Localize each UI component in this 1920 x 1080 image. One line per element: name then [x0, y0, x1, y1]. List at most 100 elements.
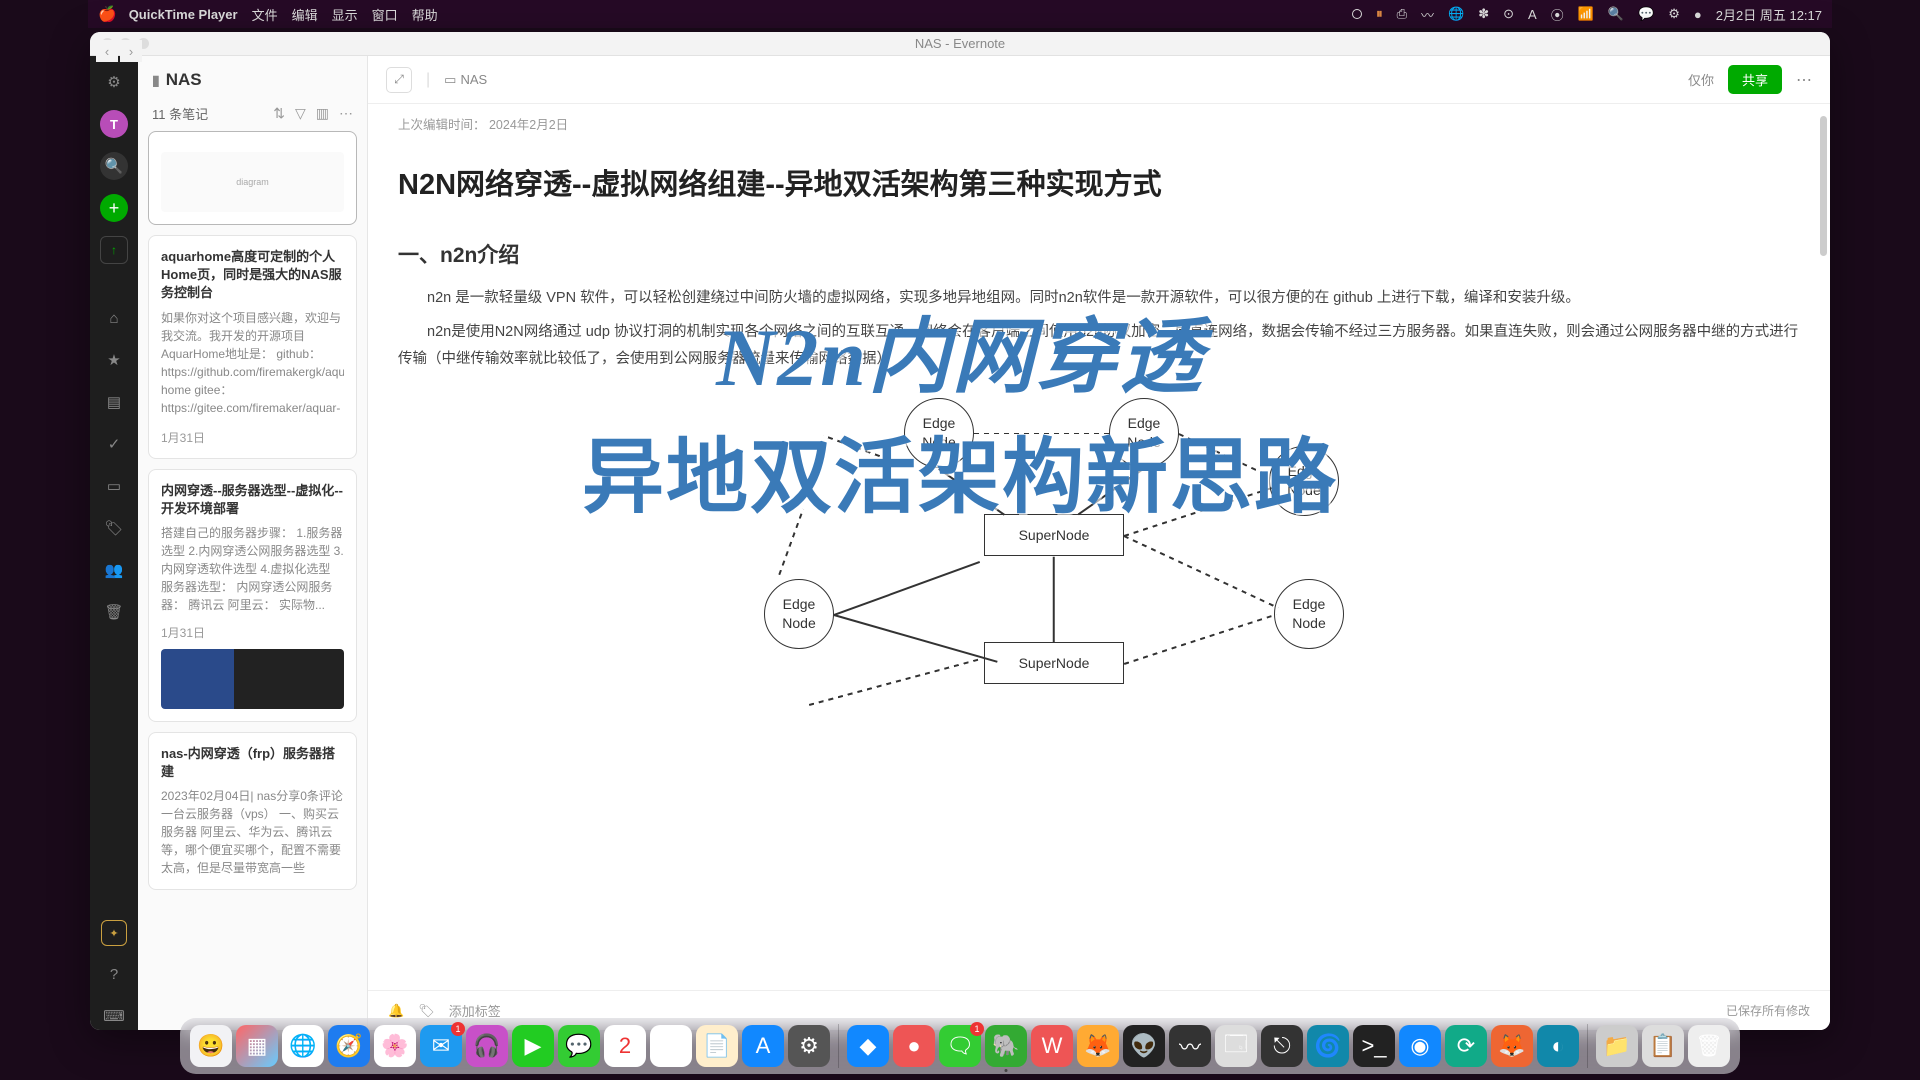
note-card[interactable]: nas-内网穿透（frp）服务器搭建2023年02月04日| nas分享0条评论… [148, 732, 357, 890]
notebook-icon[interactable]: ▭ [100, 472, 128, 500]
dock-app[interactable]: 🌐 [282, 1025, 324, 1067]
app-name[interactable]: QuickTime Player [129, 7, 238, 22]
home-icon[interactable]: ⌂ [100, 304, 128, 332]
visibility-label[interactable]: 仅你 [1688, 70, 1714, 89]
dock-app[interactable]: W [1031, 1025, 1073, 1067]
note-card[interactable]: aquarhome高度可定制的个人Home页，同时是强大的NAS服务控制台如果你… [148, 235, 357, 459]
dock-app[interactable]: 〰 [1169, 1025, 1211, 1067]
dock-app[interactable]: A [742, 1025, 784, 1067]
upgrade-icon[interactable]: ✦ [101, 920, 127, 946]
sidebar-rail: ⚙ T 🔍 + ↑ ⌂ ★ ▤ ✓ ▭ 🏷 👥 🗑 ✦ ? ⌨ [90, 56, 138, 1030]
dock-app[interactable]: ☰ [650, 1025, 692, 1067]
n2n-diagram: Edge Node Edge Node Edge Node Edge Node … [759, 384, 1439, 784]
note-list: NAS 11 条笔记 ⇅ ▽ ▥ ⋯ diagramaquarhome高度可定制… [138, 56, 368, 1030]
note-card[interactable]: diagram [148, 131, 357, 225]
upload-icon[interactable]: ↑ [100, 236, 128, 264]
edge-node: Edge Node [764, 579, 834, 649]
dock-app[interactable]: 🌀 [1307, 1025, 1349, 1067]
edge-node: Edge Node [1109, 398, 1179, 468]
super-node: SuperNode [984, 514, 1124, 556]
menu-file[interactable]: 文件 [252, 5, 278, 24]
filter-icon[interactable]: ▽ [295, 105, 306, 122]
search-icon[interactable]: 🔍 [100, 152, 128, 180]
dock-app[interactable]: 👽 [1123, 1025, 1165, 1067]
nav-fwd[interactable]: › [120, 40, 142, 62]
menu-view[interactable]: 显示 [332, 5, 358, 24]
dock-app[interactable]: ● [893, 1025, 935, 1067]
editor-body[interactable]: N2N网络穿透--虚拟网络组建--异地双活架构第三种实现方式 一、n2n介绍 n… [368, 143, 1830, 990]
breadcrumb[interactable]: ▭ NAS [444, 72, 487, 88]
pause-icon[interactable]: ⏸ [1376, 6, 1383, 22]
siri-icon[interactable]: ● [1694, 7, 1702, 22]
star-icon[interactable]: ★ [100, 346, 128, 374]
dock-app[interactable]: ◉ [1399, 1025, 1441, 1067]
tag-icon[interactable]: 🏷 [418, 1003, 435, 1019]
dock-app[interactable]: ▦ [236, 1025, 278, 1067]
dock-app[interactable]: 🗨1 [939, 1025, 981, 1067]
more-icon[interactable]: ⋯ [339, 105, 353, 122]
more-icon[interactable]: ⋯ [1796, 70, 1812, 90]
dock-app[interactable]: 🦊 [1077, 1025, 1119, 1067]
input-icon[interactable]: A [1528, 7, 1537, 22]
dock-app[interactable]: 2 [604, 1025, 646, 1067]
last-edited: 上次编辑时间： 2024年2月2日 [368, 104, 1830, 143]
dock-app[interactable]: 🧭 [328, 1025, 370, 1067]
globe-icon[interactable]: 🌐 [1448, 6, 1464, 22]
gear-icon[interactable]: ⚙ [100, 68, 128, 96]
status-icon[interactable]: ⎙ [1397, 6, 1407, 22]
menu-edit[interactable]: 编辑 [292, 5, 318, 24]
status-icon[interactable]: ⊙ [1503, 6, 1514, 22]
reminder-icon[interactable]: 🔔 [388, 1003, 404, 1019]
dock-app[interactable]: 🗑 [1688, 1025, 1730, 1067]
trash-icon[interactable]: 🗑 [100, 598, 128, 626]
notes-icon[interactable]: ▤ [100, 388, 128, 416]
dock-app[interactable]: 📁 [1596, 1025, 1638, 1067]
dock-app[interactable]: ⟳ [1445, 1025, 1487, 1067]
menubar: 🍎 QuickTime Player 文件 编辑 显示 窗口 帮助 ⏸ ⎙ 〰 … [88, 0, 1832, 28]
dock-app[interactable]: ◐ [1537, 1025, 1579, 1067]
status-icon[interactable]: 〰 [1421, 5, 1434, 24]
paragraph: n2n 是一款轻量级 VPN 软件，可以轻松创建绕过中间防火墙的虚拟网络，实现多… [398, 285, 1800, 313]
datetime[interactable]: 2月2日 周五 12:17 [1716, 5, 1822, 24]
dock-app[interactable]: ▶ [512, 1025, 554, 1067]
help-icon[interactable]: ? [100, 960, 128, 988]
shared-icon[interactable]: 👥 [100, 556, 128, 584]
menu-window[interactable]: 窗口 [372, 5, 398, 24]
avatar[interactable]: T [100, 110, 128, 138]
note-title[interactable]: N2N网络穿透--虚拟网络组建--异地双活架构第三种实现方式 [398, 161, 1800, 203]
new-note-button[interactable]: + [100, 194, 128, 222]
apple-icon[interactable]: 🍎 [98, 5, 117, 23]
dock-app[interactable]: 🦊 [1491, 1025, 1533, 1067]
wechat-icon[interactable]: 💬 [1638, 6, 1654, 22]
control-center-icon[interactable]: ⚙ [1668, 6, 1680, 22]
dock-app[interactable]: ⎋ [1261, 1025, 1303, 1067]
dock-app[interactable]: 💬 [558, 1025, 600, 1067]
dock-app[interactable]: 😀 [190, 1025, 232, 1067]
wifi-icon[interactable]: 📶 [1578, 6, 1594, 22]
dock-app[interactable]: ✉1 [420, 1025, 462, 1067]
view-icon[interactable]: ▥ [316, 105, 329, 122]
sort-icon[interactable]: ⇅ [273, 105, 285, 122]
keyboard-icon[interactable]: ⌨ [100, 1002, 128, 1030]
dock-app[interactable]: 🌸 [374, 1025, 416, 1067]
dock-app[interactable]: 🐘 [985, 1025, 1027, 1067]
dock-app[interactable]: >_ [1353, 1025, 1395, 1067]
record-icon[interactable] [1352, 9, 1362, 19]
bluetooth-icon[interactable]: ✽ [1478, 6, 1489, 22]
dock-app[interactable]: 📄 [696, 1025, 738, 1067]
dock-app[interactable]: ⚙ [788, 1025, 830, 1067]
tag-icon[interactable]: 🏷 [100, 514, 128, 542]
nav-back[interactable]: ‹ [96, 40, 118, 62]
dock-app[interactable]: 📋 [1642, 1025, 1684, 1067]
expand-icon[interactable]: ⤢ [386, 67, 412, 93]
edge-node: Edge Node [904, 398, 974, 468]
note-card[interactable]: 内网穿透--服务器选型--虚拟化--开发环境部署搭建自己的服务器步骤： 1.服务… [148, 469, 357, 722]
status-icon[interactable]: ⦿ [1551, 5, 1564, 24]
search-icon[interactable]: 🔍 [1608, 6, 1624, 22]
dock-app[interactable]: 🗔 [1215, 1025, 1257, 1067]
share-button[interactable]: 共享 [1728, 65, 1782, 94]
check-icon[interactable]: ✓ [100, 430, 128, 458]
menu-help[interactable]: 帮助 [412, 5, 438, 24]
dock-app[interactable]: ◆ [847, 1025, 889, 1067]
dock-app[interactable]: 🎧 [466, 1025, 508, 1067]
